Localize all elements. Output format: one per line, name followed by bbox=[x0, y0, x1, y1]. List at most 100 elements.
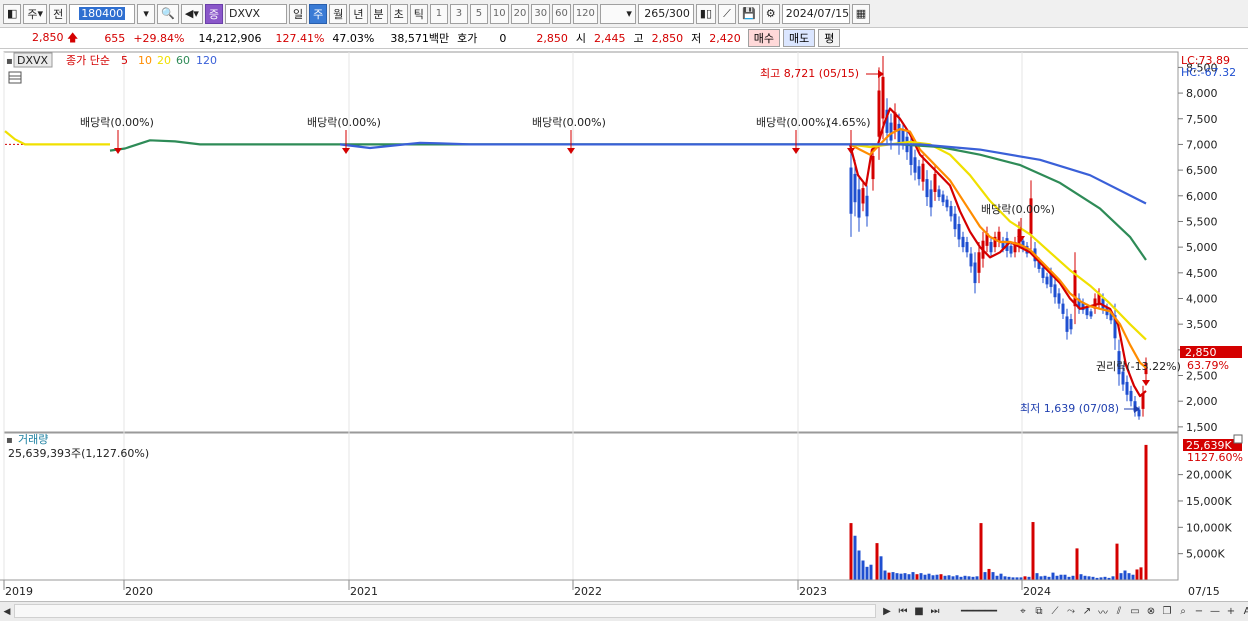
current-price-tag-value: 2,850 bbox=[1185, 346, 1217, 359]
average-button[interactable]: 평 bbox=[818, 29, 841, 47]
count-total: /300 bbox=[665, 7, 690, 20]
zoom-slider[interactable]: ━━━━━━ bbox=[944, 603, 1014, 619]
zoom-icon[interactable]: ⌕ bbox=[1176, 603, 1190, 619]
interval-120[interactable]: 120 bbox=[572, 3, 598, 24]
interval-30[interactable]: 30 bbox=[531, 3, 551, 24]
volume-bar bbox=[1135, 569, 1139, 580]
volume-bar bbox=[887, 572, 891, 580]
interval-3[interactable]: 3 bbox=[449, 3, 468, 24]
ma-legend-title: 종가 단순 bbox=[66, 54, 110, 67]
copy-icon[interactable]: ❐ bbox=[1160, 603, 1174, 619]
stock-code-input[interactable]: 180400 bbox=[69, 3, 136, 24]
volume-bar bbox=[1079, 574, 1083, 580]
date-field[interactable]: 2024/07/15 bbox=[781, 3, 850, 24]
volume-tick-label: 20,000K bbox=[1186, 469, 1232, 482]
interval-10[interactable]: 10 bbox=[489, 3, 509, 24]
ray-icon[interactable]: ↗ bbox=[1080, 603, 1094, 619]
volume-bar bbox=[861, 560, 865, 580]
menu-dot-icon[interactable]: ▪ bbox=[6, 56, 13, 67]
fast-forward-icon[interactable]: ⏭ bbox=[928, 603, 942, 619]
candle-body bbox=[909, 144, 913, 165]
search-icon[interactable]: 🔍 bbox=[157, 3, 179, 24]
volume-bar bbox=[879, 556, 883, 580]
sell-button[interactable]: 매도 bbox=[782, 29, 816, 47]
volume-bar bbox=[1031, 522, 1035, 580]
volume-bar bbox=[1119, 573, 1123, 580]
candle-body bbox=[1045, 276, 1049, 285]
quote-bar: 2,850 🡅 655 +29.84% 14,212,906 127.41% 4… bbox=[0, 28, 1248, 49]
period-week[interactable]: 주 bbox=[309, 3, 328, 24]
scroll-right-icon[interactable]: ▶ bbox=[880, 603, 894, 619]
period-second[interactable]: 초 bbox=[389, 3, 408, 24]
price-tick-label: 6,500 bbox=[1186, 164, 1218, 177]
price-tick-label: 5,000 bbox=[1186, 241, 1218, 254]
hoga-value: 0 bbox=[499, 31, 507, 45]
candle-body bbox=[1041, 267, 1045, 278]
candle-body bbox=[861, 188, 865, 204]
scroll-track[interactable] bbox=[14, 604, 876, 618]
rewind-icon[interactable]: ⏮ bbox=[896, 603, 910, 619]
ma-legend-5: 5 bbox=[121, 54, 128, 67]
plus-icon[interactable]: + bbox=[1224, 603, 1238, 619]
save-icon[interactable]: 💾 bbox=[738, 3, 760, 24]
trend-icon[interactable]: ⟋ bbox=[1048, 603, 1062, 619]
volume-menu-dot-icon[interactable]: ▪ bbox=[6, 435, 13, 446]
gear-icon[interactable]: ⚙ bbox=[761, 3, 780, 24]
crosshair-icon[interactable]: ⌖ bbox=[1016, 603, 1030, 619]
dividend-label-2020: 배당락(0.00%) bbox=[307, 116, 381, 129]
code-dropdown-icon[interactable]: ▾ bbox=[137, 3, 156, 24]
scroll-left-icon[interactable]: ◀ bbox=[0, 604, 14, 620]
wave-icon[interactable]: 〰 bbox=[1096, 603, 1110, 619]
minus-icon[interactable]: − bbox=[1192, 603, 1206, 619]
dividend-label-2022: 배당락(0.00%) bbox=[756, 116, 830, 129]
parallel-icon[interactable]: ⫽ bbox=[1112, 603, 1126, 619]
x-tick-label: 2019 bbox=[5, 585, 33, 598]
stock-name-field[interactable]: DXVX bbox=[225, 3, 287, 24]
volume-close-icon[interactable] bbox=[1233, 434, 1243, 444]
interval-dropdown[interactable]: ▾ bbox=[599, 3, 636, 24]
candle-body bbox=[953, 213, 957, 230]
interval-5[interactable]: 5 bbox=[469, 3, 488, 24]
count-field[interactable]: 265/300 bbox=[637, 3, 694, 24]
volume-bar bbox=[927, 573, 931, 580]
volume-tick-label: 10,000K bbox=[1186, 521, 1232, 534]
prev-button[interactable]: 전 bbox=[49, 3, 68, 24]
volume-bar bbox=[1123, 570, 1127, 580]
calendar-icon[interactable]: ▦ bbox=[851, 3, 871, 24]
price-tick-label: 8,000 bbox=[1186, 87, 1218, 100]
volume-ratio: 127.41% bbox=[275, 31, 325, 45]
period-month[interactable]: 월 bbox=[329, 3, 348, 24]
volume-bar bbox=[1055, 575, 1059, 580]
window-menu-icon[interactable]: ◧ bbox=[3, 3, 22, 24]
speaker-icon[interactable]: ◀▾ bbox=[180, 3, 203, 24]
candle-body bbox=[1125, 381, 1129, 395]
candle-type-icon[interactable]: ▮▯ bbox=[695, 3, 717, 24]
interval-60[interactable]: 60 bbox=[552, 3, 571, 24]
volume-bar bbox=[1035, 573, 1039, 580]
volume-bar bbox=[853, 535, 857, 580]
buy-button[interactable]: 매수 bbox=[747, 29, 780, 47]
interval-20[interactable]: 20 bbox=[510, 3, 530, 24]
table-toggle-icon[interactable] bbox=[8, 71, 22, 84]
candle-body bbox=[933, 173, 937, 192]
font-icon[interactable]: A bbox=[1240, 603, 1248, 619]
period-year[interactable]: 년 bbox=[349, 3, 368, 24]
link-icon[interactable]: ⊗ bbox=[1144, 603, 1158, 619]
market-select[interactable]: 주 ▾ bbox=[23, 3, 48, 24]
period-day[interactable]: 일 bbox=[289, 3, 308, 24]
interval-1[interactable]: 1 bbox=[429, 3, 448, 24]
stop-icon[interactable]: ■ bbox=[912, 603, 926, 619]
compare-icon[interactable]: ⧉ bbox=[1032, 603, 1046, 619]
period-minute[interactable]: 분 bbox=[369, 3, 388, 24]
stock-chart[interactable]: 8,5008,0007,5007,0006,5006,0005,5005,000… bbox=[0, 50, 1248, 601]
volume-bar bbox=[1131, 574, 1135, 580]
box-icon[interactable]: ▭ bbox=[1128, 603, 1142, 619]
candle-body bbox=[1009, 245, 1013, 254]
line-tool-icon[interactable]: ⟋ bbox=[718, 3, 737, 24]
period-tick[interactable]: 틱 bbox=[409, 3, 428, 24]
fibonacci-icon[interactable]: ⤳ bbox=[1064, 603, 1078, 619]
line-icon[interactable]: — bbox=[1208, 603, 1222, 619]
chart-area[interactable]: 8,500 8,000 7,500 7,000 6,500 6,000 5,500 5,000… bbox=[0, 50, 1248, 601]
volume-bar bbox=[875, 543, 879, 580]
volume-bar bbox=[951, 576, 955, 580]
